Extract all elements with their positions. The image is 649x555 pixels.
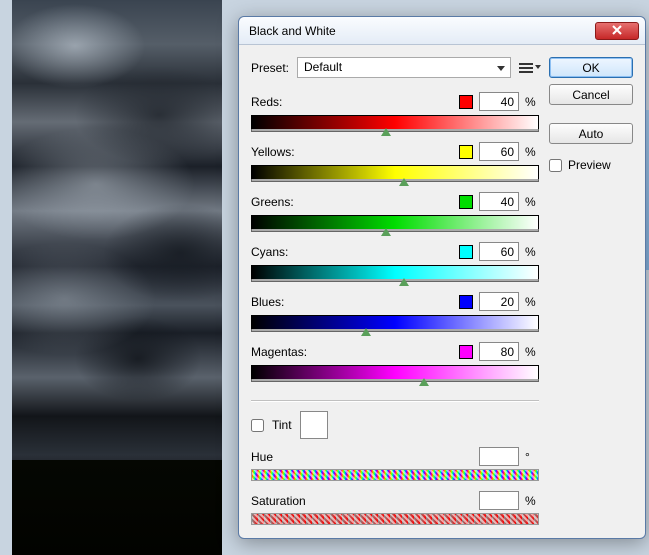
greens-unit: % (525, 195, 539, 209)
magentas-label: Magentas: (251, 345, 453, 359)
magentas-input[interactable] (479, 342, 519, 361)
cyans-input[interactable] (479, 242, 519, 261)
saturation-label: Saturation (251, 494, 473, 508)
hue-label: Hue (251, 450, 473, 464)
hue-row: Hue ° (251, 447, 539, 481)
saturation-input[interactable] (479, 491, 519, 510)
greens-input[interactable] (479, 192, 519, 211)
canvas-preview-image (12, 0, 222, 555)
blues-slider-base[interactable] (251, 329, 539, 332)
cyans-slider-track[interactable] (251, 265, 539, 279)
yellows-unit: % (525, 145, 539, 159)
cyans-slider-thumb[interactable] (399, 278, 409, 286)
close-icon (611, 25, 623, 35)
yellows-swatch (459, 145, 473, 159)
cyans-swatch (459, 245, 473, 259)
main-column: Preset: Default Reds:%Yellows:%Greens:%C… (251, 57, 539, 530)
saturation-slider (251, 513, 539, 525)
reds-slider-thumb[interactable] (381, 128, 391, 136)
tint-label[interactable]: Tint (272, 418, 292, 432)
side-column: OK Cancel Auto Preview (549, 57, 633, 530)
cyans-unit: % (525, 245, 539, 259)
blues-unit: % (525, 295, 539, 309)
reds-label: Reds: (251, 95, 453, 109)
magentas-slider-track[interactable] (251, 365, 539, 379)
cyans-label: Cyans: (251, 245, 453, 259)
preset-row: Preset: Default (251, 57, 539, 78)
hue-slider (251, 469, 539, 481)
reds-swatch (459, 95, 473, 109)
preset-value: Default (304, 60, 342, 74)
greens-slider-base[interactable] (251, 229, 539, 232)
preset-menu-icon[interactable] (519, 58, 539, 78)
close-button[interactable] (595, 22, 639, 40)
cyans-row: Cyans:% (251, 242, 539, 282)
titlebar: Black and White (239, 17, 645, 45)
preset-select[interactable]: Default (297, 57, 511, 78)
greens-swatch (459, 195, 473, 209)
saturation-row: Saturation % (251, 491, 539, 525)
yellows-label: Yellows: (251, 145, 453, 159)
preview-label[interactable]: Preview (568, 158, 611, 172)
tint-checkbox[interactable] (251, 419, 264, 432)
reds-input[interactable] (479, 92, 519, 111)
yellows-slider-thumb[interactable] (399, 178, 409, 186)
greens-label: Greens: (251, 195, 453, 209)
preset-label: Preset: (251, 61, 289, 75)
cancel-button[interactable]: Cancel (549, 84, 633, 105)
ok-button[interactable]: OK (549, 57, 633, 78)
blues-row: Blues:% (251, 292, 539, 332)
yellows-row: Yellows:% (251, 142, 539, 182)
hue-unit: ° (525, 450, 539, 464)
magentas-swatch (459, 345, 473, 359)
cyans-slider-base[interactable] (251, 279, 539, 282)
magentas-row: Magentas:% (251, 342, 539, 382)
tint-color-swatch[interactable] (300, 411, 328, 439)
magentas-slider-base[interactable] (251, 379, 539, 382)
preview-checkbox[interactable] (549, 159, 562, 172)
preview-row: Preview (549, 158, 633, 172)
divider (251, 400, 539, 401)
reds-row: Reds:% (251, 92, 539, 132)
blues-slider-track[interactable] (251, 315, 539, 329)
yellows-slider-base[interactable] (251, 179, 539, 182)
greens-slider-track[interactable] (251, 215, 539, 229)
blues-input[interactable] (479, 292, 519, 311)
hue-input[interactable] (479, 447, 519, 466)
greens-slider-thumb[interactable] (381, 228, 391, 236)
reds-slider-track[interactable] (251, 115, 539, 129)
greens-row: Greens:% (251, 192, 539, 232)
blues-swatch (459, 295, 473, 309)
blues-slider-thumb[interactable] (361, 328, 371, 336)
yellows-slider-track[interactable] (251, 165, 539, 179)
saturation-unit: % (525, 494, 539, 508)
auto-button[interactable]: Auto (549, 123, 633, 144)
magentas-unit: % (525, 345, 539, 359)
black-and-white-dialog: Black and White Preset: Default Reds:%Ye… (238, 16, 646, 539)
reds-slider-base[interactable] (251, 129, 539, 132)
magentas-slider-thumb[interactable] (419, 378, 429, 386)
window-title: Black and White (249, 24, 587, 38)
reds-unit: % (525, 95, 539, 109)
tint-row: Tint (251, 411, 539, 439)
blues-label: Blues: (251, 295, 453, 309)
yellows-input[interactable] (479, 142, 519, 161)
